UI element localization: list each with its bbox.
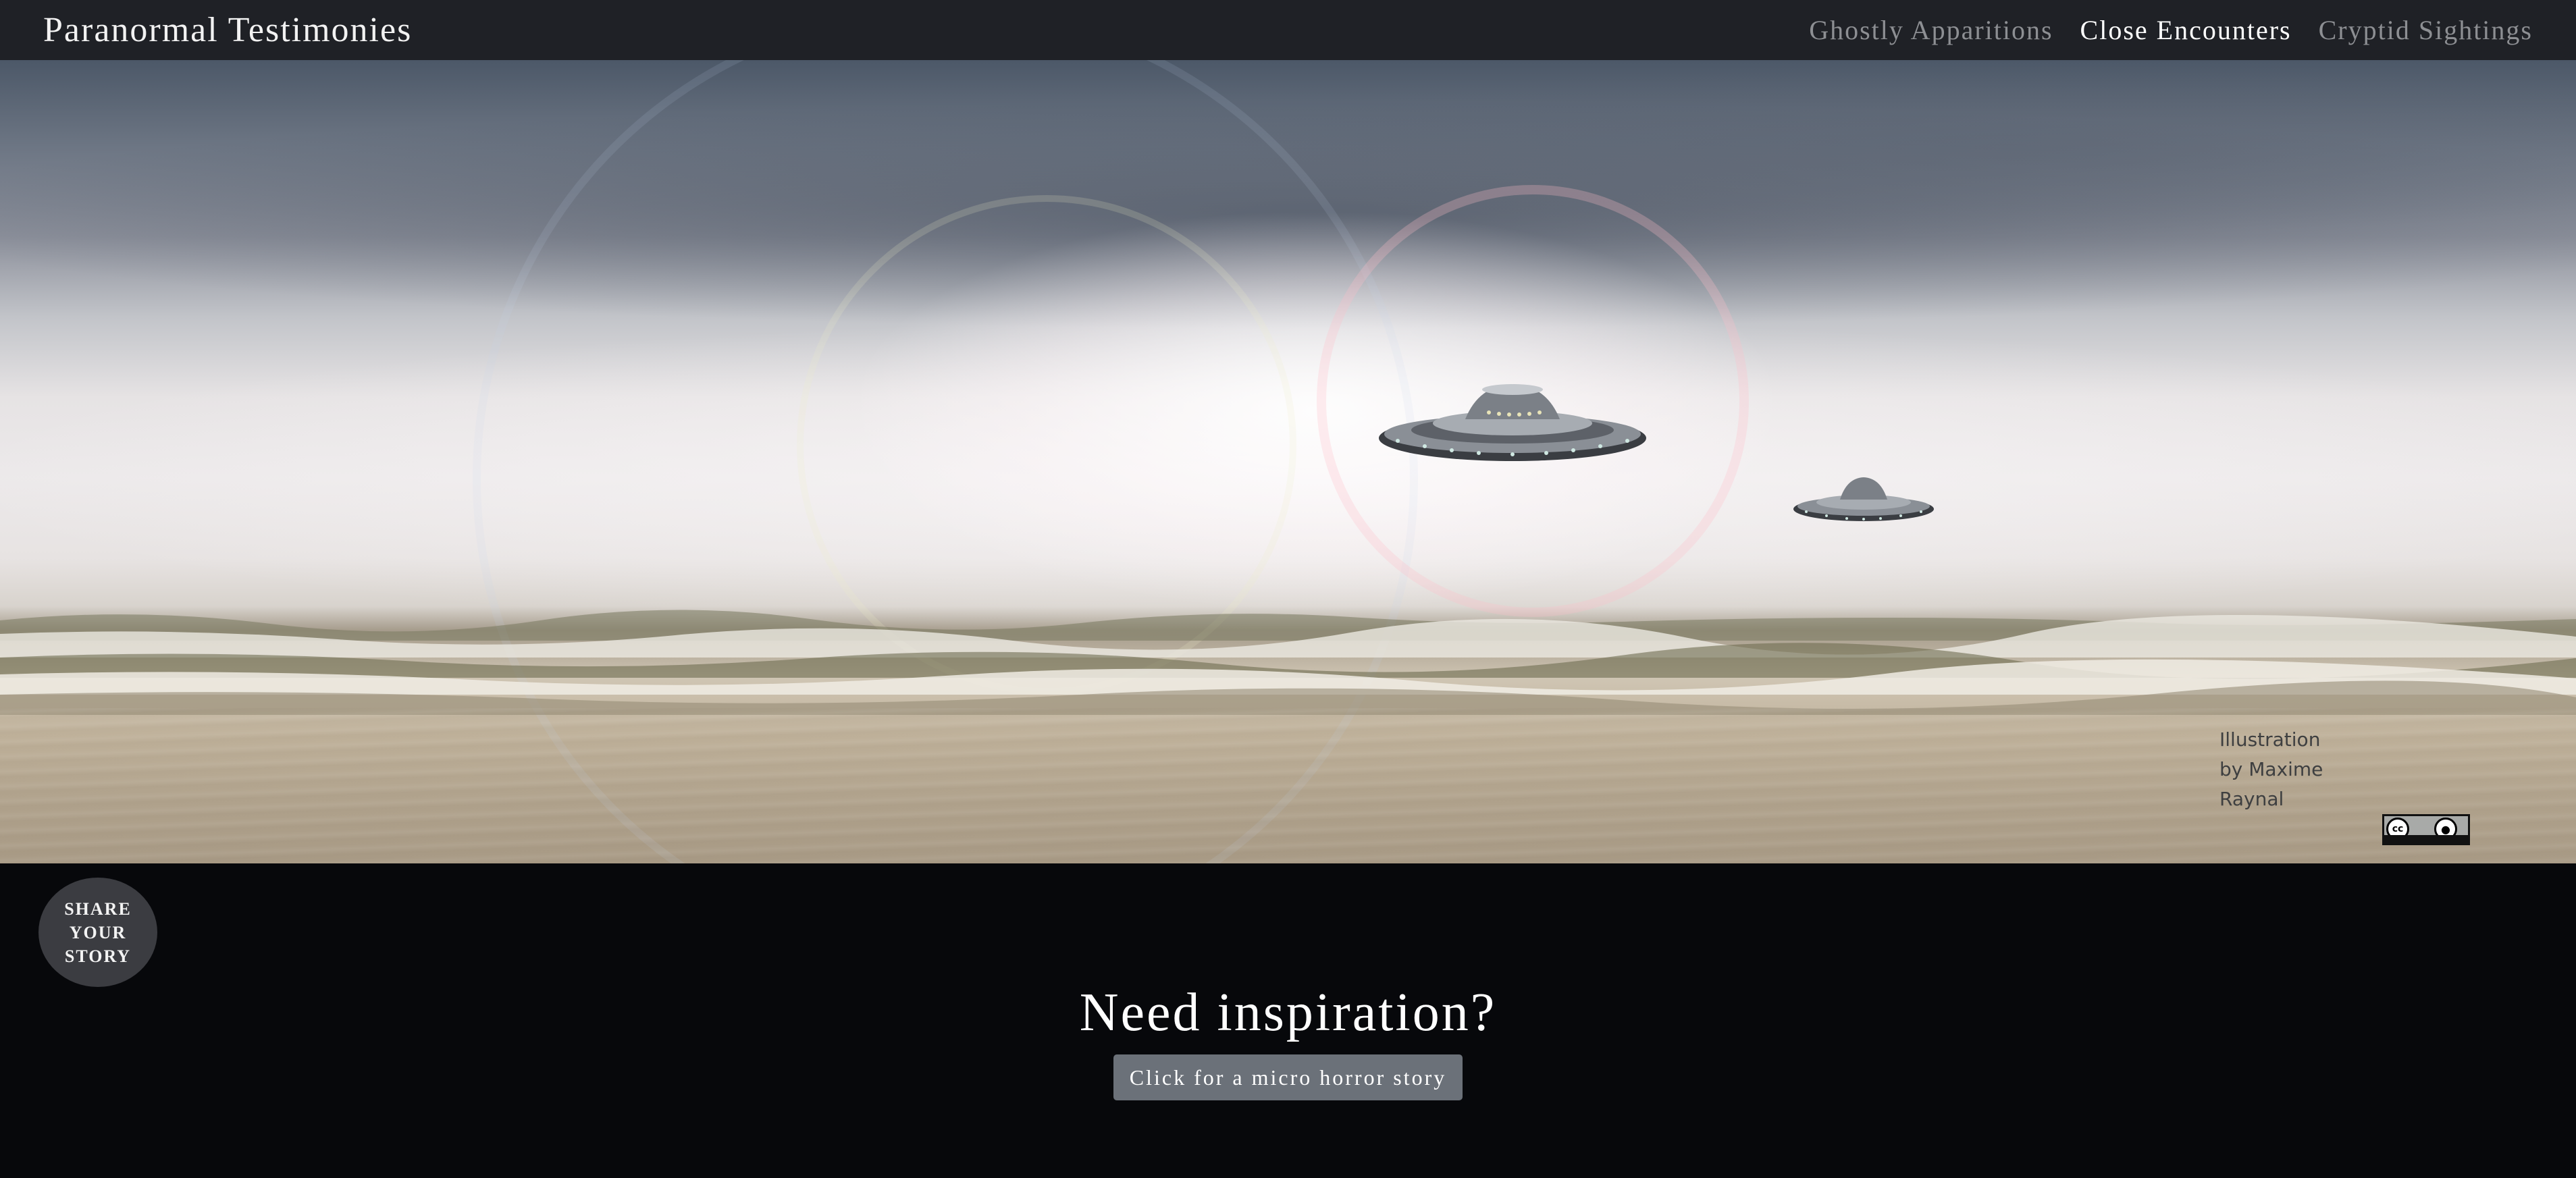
nav-link-close-encounters[interactable]: Close Encounters (2080, 14, 2292, 46)
nav-link-ghostly-apparitions[interactable]: Ghostly Apparitions (1809, 14, 2053, 46)
hero-illustration: Illustration by Maxime Raynal cc ● (0, 60, 2576, 863)
micro-horror-story-button[interactable]: Click for a micro horror story (1113, 1054, 1463, 1100)
beach-sand (0, 708, 2576, 863)
site-brand-link[interactable]: Paranormal Testimonies (43, 10, 412, 50)
inspiration-section: Need inspiration? Click for a micro horr… (0, 982, 2576, 1100)
inspiration-heading: Need inspiration? (1079, 983, 1497, 1042)
ocean-waves (0, 610, 2576, 715)
nav-links: Ghostly Apparitions Close Encounters Cry… (1809, 14, 2533, 46)
share-your-story-button[interactable]: SHARE YOUR STORY (38, 878, 157, 987)
cc-by-license-badge[interactable]: cc ● (2382, 814, 2470, 845)
ufo-large-icon (1379, 384, 1646, 461)
illustration-credit: Illustration by Maxime Raynal (2219, 728, 2323, 810)
ufo-small-icon (1793, 477, 1934, 521)
nav-link-cryptid-sightings[interactable]: Cryptid Sightings (2319, 14, 2533, 46)
top-navbar: Paranormal Testimonies Ghostly Apparitio… (0, 0, 2576, 60)
badge-strip (2384, 835, 2468, 843)
